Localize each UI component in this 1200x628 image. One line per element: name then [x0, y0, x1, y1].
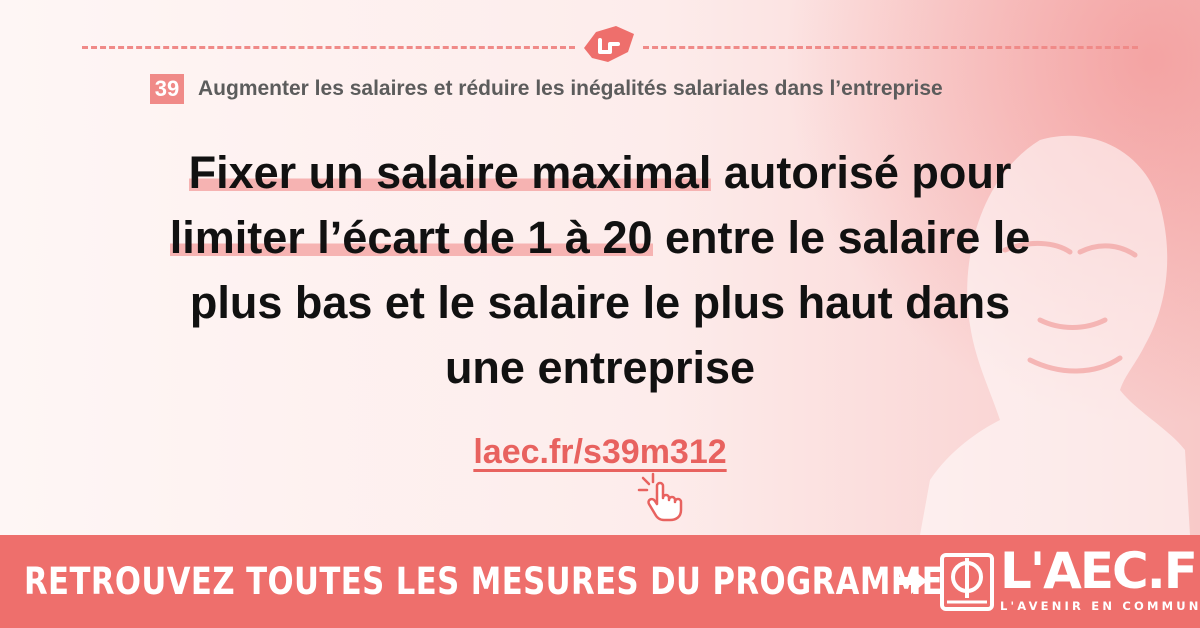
measure-number-badge: 39: [150, 74, 184, 104]
headline-text-1: autorisé pour: [711, 147, 1012, 198]
footer-banner[interactable]: RETROUVEZ TOUTES LES MESURES DU PROGRAMM…: [0, 535, 1200, 628]
brand[interactable]: L'AEC.FR L'AVENIR EN COMMUN: [1000, 542, 1200, 613]
brand-name: L'AEC.FR: [1000, 542, 1200, 600]
link-container: laec.fr/s39m312: [0, 433, 1200, 472]
pointer-hand-icon: [637, 472, 683, 522]
arrow-right-icon: [895, 568, 927, 594]
brand-tagline: L'AVENIR EN COMMUN: [1000, 599, 1200, 613]
headline-highlight-2: limiter l’écart de 1 à 20: [169, 212, 653, 263]
measure-header: 39 Augmenter les salaires et réduire les…: [150, 74, 943, 104]
dashed-divider-right: [643, 46, 1138, 49]
headline-line-2: limiter l’écart de 1 à 20 entre le salai…: [60, 205, 1140, 270]
dashed-divider-left: [82, 46, 575, 49]
phi-book-logo-icon: [940, 553, 994, 611]
headline-line-3: plus bas et le salaire le plus haut dans: [189, 277, 1011, 328]
measure-title: Augmenter les salaires et réduire les in…: [198, 77, 943, 100]
headline-line-1: Fixer un salaire maximal autorisé pour: [60, 140, 1140, 205]
headline: Fixer un salaire maximal autorisé pour l…: [60, 140, 1140, 400]
headline-text-2: entre le salaire le: [652, 212, 1031, 263]
headline-line-4: une entreprise: [444, 342, 756, 393]
footer-cta[interactable]: RETROUVEZ TOUTES LES MESURES DU PROGRAMM…: [24, 560, 943, 603]
headline-highlight-1: Fixer un salaire maximal: [188, 147, 712, 198]
handshake-icon: [584, 26, 634, 62]
measure-link[interactable]: laec.fr/s39m312: [473, 433, 726, 471]
